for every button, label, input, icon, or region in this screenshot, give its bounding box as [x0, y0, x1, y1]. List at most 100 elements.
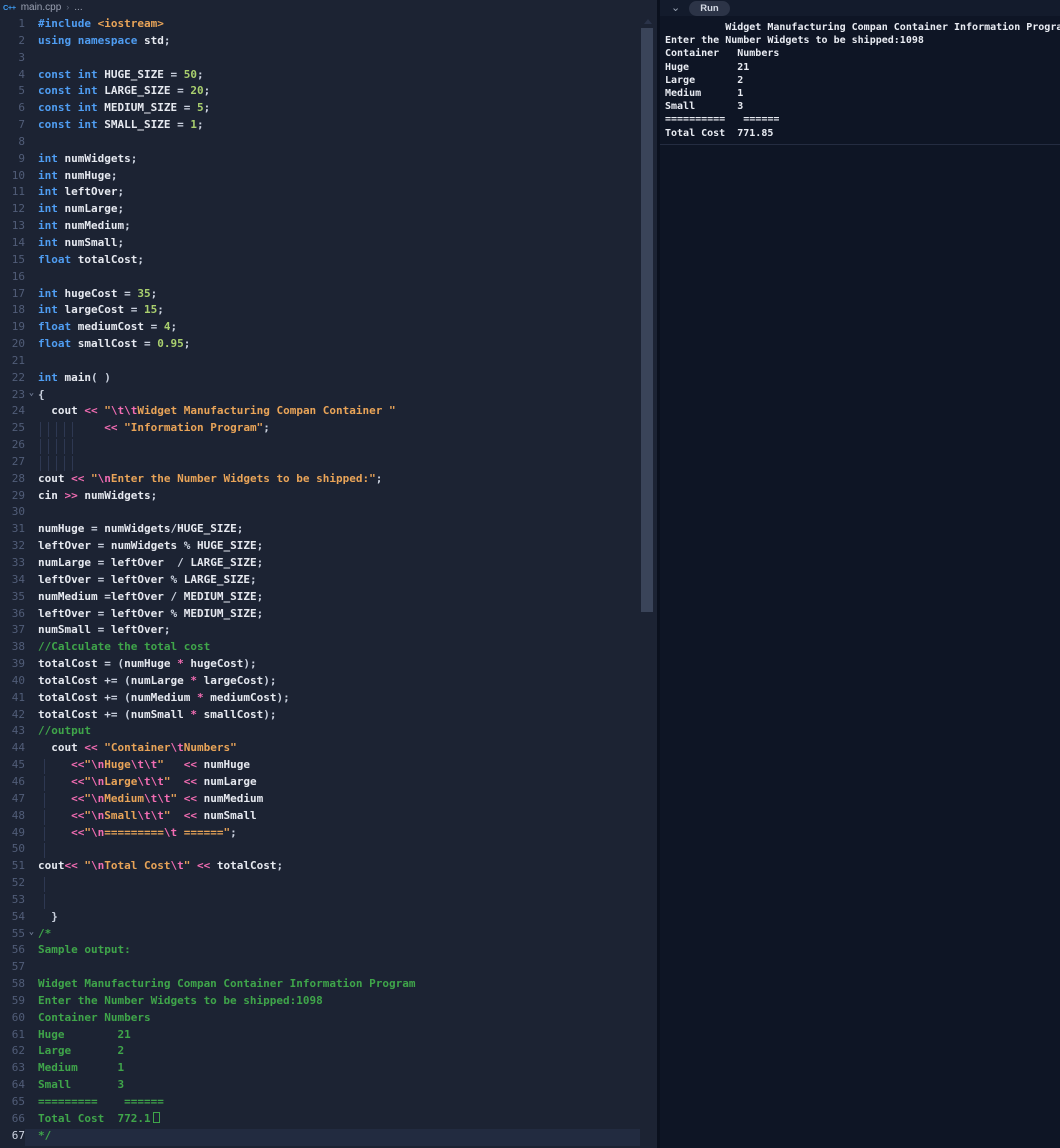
code-line[interactable]: 62 Large 2 — [0, 1044, 657, 1061]
code-line[interactable]: 57 — [0, 960, 657, 977]
code-line[interactable]: 50 — [0, 842, 657, 859]
code-line[interactable]: 24 cout << "\t\tWidget Manufacturing Com… — [0, 404, 657, 421]
fold-gutter — [25, 792, 38, 809]
code-token: << — [64, 859, 78, 873]
line-number: 31 — [11, 522, 25, 536]
code-line[interactable]: 17 int hugeCost = 35; — [0, 287, 657, 304]
fold-gutter — [25, 118, 38, 135]
code-line[interactable]: 32 leftOver = numWidgets % HUGE_SIZE; — [0, 539, 657, 556]
code-line[interactable]: 63 Medium 1 — [0, 1061, 657, 1078]
code-line[interactable]: 29 cin >> numWidgets; — [0, 489, 657, 506]
fold-chevron-icon[interactable]: ⌄ — [25, 388, 38, 405]
code-text: totalCost = (numHuge * hugeCost); — [38, 657, 257, 674]
code-line[interactable]: 48 <<"\nSmall\t\t" << numSmall — [0, 809, 657, 826]
code-line[interactable]: 43 //output — [0, 724, 657, 741]
code-line[interactable]: 26 — [0, 438, 657, 455]
code-token: MEDIUM_SIZE — [183, 606, 257, 620]
code-line[interactable]: 41 totalCost += (numMedium * mediumCost); — [0, 691, 657, 708]
code-line[interactable]: 44 cout << "Container\tNumbers" — [0, 741, 657, 758]
code-line[interactable]: 67 */ — [0, 1128, 657, 1146]
code-line[interactable]: 40 totalCost += (numLarge * largeCost); — [0, 674, 657, 691]
line-number: 64 — [11, 1078, 25, 1092]
code-line[interactable]: 9 int numWidgets; — [0, 152, 657, 169]
code-token: cout — [51, 404, 78, 418]
code-line[interactable]: 3 — [0, 51, 657, 68]
code-line[interactable]: 27 — [0, 455, 657, 472]
run-button[interactable]: Run — [689, 0, 730, 16]
code-line[interactable]: 30 — [0, 505, 657, 522]
code-token: "Container — [104, 741, 171, 755]
scrollbar-up-arrow-icon[interactable] — [644, 19, 652, 24]
code-token: << — [183, 791, 197, 805]
code-line[interactable]: 13 int numMedium; — [0, 219, 657, 236]
code-line[interactable]: 7 const int SMALL_SIZE = 1; — [0, 118, 657, 135]
code-line[interactable]: 47 <<"\nMedium\t\t" << numMedium — [0, 792, 657, 809]
chevron-down-icon[interactable]: ⌄ — [671, 2, 680, 13]
code-text: Large 2 — [38, 1044, 124, 1061]
code-line[interactable]: 12 int numLarge; — [0, 202, 657, 219]
line-number: 44 — [11, 741, 25, 755]
code-line[interactable]: 53 — [0, 893, 657, 910]
code-line[interactable]: 25 << "Information Program"; — [0, 421, 657, 438]
code-line[interactable]: 19 float mediumCost = 4; — [0, 320, 657, 337]
code-line[interactable]: 6 const int MEDIUM_SIZE = 5; — [0, 101, 657, 118]
code-line[interactable]: 2 using namespace std; — [0, 34, 657, 51]
breadcrumb-symbol-path[interactable]: ... — [74, 2, 82, 13]
editor-scrollbar-thumb[interactable] — [641, 28, 653, 612]
fold-chevron-icon[interactable]: ⌄ — [25, 927, 38, 944]
code-line[interactable]: 21 — [0, 354, 657, 371]
code-line[interactable]: 36 leftOver = leftOver % MEDIUM_SIZE; — [0, 607, 657, 624]
code-line[interactable]: 20 float smallCost = 0.95; — [0, 337, 657, 354]
code-line[interactable]: 56 Sample output: — [0, 943, 657, 960]
code-line[interactable]: 31 numHuge = numWidgets/HUGE_SIZE; — [0, 522, 657, 539]
code-line[interactable]: 22 int main( ) — [0, 371, 657, 388]
code-line[interactable]: 66 Total Cost 772.1 — [0, 1111, 657, 1129]
code-line[interactable]: 45 <<"\nHuge\t\t" << numHuge — [0, 758, 657, 775]
code-token: Medium 1 — [38, 1061, 125, 1075]
code-line[interactable]: 23 ⌄{ — [0, 388, 657, 405]
code-line[interactable]: 10 int numHuge; — [0, 169, 657, 186]
code-line[interactable]: 16 — [0, 270, 657, 287]
code-line[interactable]: 34 leftOver = leftOver % LARGE_SIZE; — [0, 573, 657, 590]
code-line[interactable]: 11 int leftOver; — [0, 185, 657, 202]
code-text: cout << "Container\tNumbers" — [38, 741, 236, 758]
code-line[interactable]: 1 #include <iostream> — [0, 17, 657, 34]
code-line[interactable]: 42 totalCost += (numSmall * smallCost); — [0, 708, 657, 725]
breadcrumb[interactable]: C++ main.cpp › ... — [0, 0, 657, 14]
code-line[interactable]: 8 — [0, 135, 657, 152]
code-line[interactable]: 18 int largeCost = 15; — [0, 303, 657, 320]
code-line[interactable]: 37 numSmall = leftOver; — [0, 623, 657, 640]
fold-gutter — [25, 859, 38, 876]
code-token: \t\t — [110, 404, 138, 418]
code-line[interactable]: 39 totalCost = (numHuge * hugeCost); — [0, 657, 657, 674]
line-number: 19 — [11, 320, 25, 334]
code-line[interactable]: 51 cout<< "\nTotal Cost\t" << totalCost; — [0, 859, 657, 876]
code-line[interactable]: 55 ⌄/* — [0, 927, 657, 944]
code-token: totalCost — [38, 673, 98, 687]
code-line[interactable]: 65 ========= ====== — [0, 1095, 657, 1112]
code-line[interactable]: 61 Huge 21 — [0, 1028, 657, 1045]
code-line[interactable]: 5 const int LARGE_SIZE = 20; — [0, 84, 657, 101]
line-number: 14 — [11, 235, 25, 249]
code-line[interactable]: 14 int numSmall; — [0, 236, 657, 253]
code-line[interactable]: 64 Small 3 — [0, 1078, 657, 1095]
code-line[interactable]: 58 Widget Manufacturing Compan Container … — [0, 977, 657, 994]
code-line[interactable]: 15 float totalCost; — [0, 253, 657, 270]
code-line[interactable]: 46 <<"\nLarge\t\t" << numLarge — [0, 775, 657, 792]
line-number: 15 — [11, 252, 25, 266]
code-line[interactable]: 4 const int HUGE_SIZE = 50; — [0, 68, 657, 85]
code-line[interactable]: 28 cout << "\nEnter the Number Widgets to… — [0, 472, 657, 489]
code-line[interactable]: 38 //Calculate the total cost — [0, 640, 657, 657]
code-token: SMALL_SIZE — [104, 118, 171, 132]
code-text: /* — [38, 927, 51, 944]
code-line[interactable]: 33 numLarge = leftOver / LARGE_SIZE; — [0, 556, 657, 573]
code-line[interactable]: 35 numMedium =leftOver / MEDIUM_SIZE; — [0, 590, 657, 607]
code-line[interactable]: 59 Enter the Number Widgets to be shipped… — [0, 994, 657, 1011]
code-text: float smallCost = 0.95; — [38, 337, 190, 354]
code-line[interactable]: 54 } — [0, 910, 657, 927]
breadcrumb-filename[interactable]: main.cpp — [21, 2, 62, 13]
code-line[interactable]: 60 Container Numbers — [0, 1011, 657, 1028]
code-line[interactable]: 52 — [0, 876, 657, 893]
code-line[interactable]: 49 <<"\n=========\t ======"; — [0, 826, 657, 843]
fold-gutter — [25, 152, 38, 169]
